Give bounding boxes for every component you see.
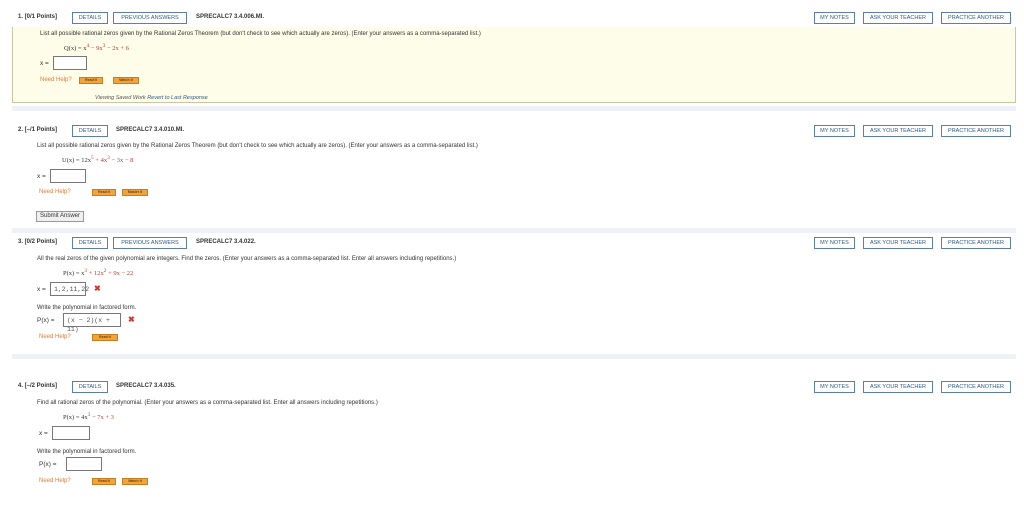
submit-answer-button[interactable]: Submit Answer [36, 211, 85, 222]
px-label: P(x) = [37, 317, 55, 324]
saved-work-notice: Viewing Saved Work Revert to Last Respon… [95, 95, 208, 101]
read-it-button[interactable]: Read It [92, 189, 116, 196]
ask-your-teacher-button[interactable]: ASK YOUR TEACHER [863, 237, 933, 249]
polynomial-expression: Q(x) = x4 − 9x3 − 2x + 6 [64, 43, 129, 53]
question-code: SPRECALC7 3.4.006.MI. [196, 14, 265, 20]
question-number: 2. [–/1 Points] [18, 127, 58, 133]
answer-input[interactable] [52, 426, 90, 440]
need-help-label: Need Help? [39, 189, 71, 195]
question-4-body: Find all rational zeros of the polynomia… [12, 396, 1016, 496]
read-it-button[interactable]: Read It [92, 334, 118, 341]
factored-form-prompt: Write the polynomial in factored form. [37, 449, 137, 455]
previous-answers-button[interactable]: PREVIOUS ANSWERS [113, 237, 187, 249]
details-button[interactable]: DETAILS [72, 237, 108, 249]
my-notes-button[interactable]: MY NOTES [814, 12, 855, 24]
practice-another-button[interactable]: PRACTICE ANOTHER [941, 12, 1011, 24]
factored-answer-input[interactable] [66, 457, 102, 471]
answer-input[interactable]: 1,2,11,22 [50, 282, 89, 296]
separator [12, 228, 1016, 233]
details-button[interactable]: DETAILS [72, 125, 108, 137]
polynomial-expression: P(x) = x3 + 12x2 + 9x − 22 [63, 268, 134, 278]
need-help-label: Need Help? [39, 478, 71, 484]
master-it-button[interactable]: Master It [122, 189, 148, 196]
need-help-label: Need Help? [39, 334, 71, 340]
question-3-header: 3. [0/2 Points] DETAILS PREVIOUS ANSWERS… [12, 236, 1014, 250]
watch-it-button[interactable]: Watch It [113, 77, 139, 84]
revert-link[interactable]: Revert to Last Response [147, 95, 208, 101]
practice-another-button[interactable]: PRACTICE ANOTHER [941, 125, 1011, 137]
practice-another-button[interactable]: PRACTICE ANOTHER [941, 237, 1011, 249]
separator [12, 106, 1016, 111]
practice-another-button[interactable]: PRACTICE ANOTHER [941, 381, 1011, 393]
x-label: x = [39, 430, 48, 437]
question-4-header: 4. [–/2 Points] DETAILS SPRECALC7 3.4.03… [12, 380, 1014, 394]
my-notes-button[interactable]: MY NOTES [814, 237, 855, 249]
question-1-body: List all possible rational zeros given b… [12, 27, 1016, 103]
x-label: x = [37, 286, 46, 293]
question-3-body: All the real zeros of the given polynomi… [12, 252, 1016, 352]
read-it-button[interactable]: Read It [79, 77, 103, 84]
details-button[interactable]: DETAILS [72, 381, 108, 393]
question-number: 3. [0/2 Points] [18, 239, 58, 245]
need-help-label: Need Help? [40, 77, 72, 83]
question-2-header: 2. [–/1 Points] DETAILS SPRECALC7 3.4.01… [12, 124, 1014, 138]
incorrect-icon: ✖ [94, 284, 101, 293]
question-prompt: All the real zeros of the given polynomi… [37, 256, 457, 262]
watch-it-button[interactable]: Watch It [122, 478, 148, 485]
question-prompt: List all possible rational zeros given b… [37, 143, 478, 149]
previous-answers-button[interactable]: PREVIOUS ANSWERS [113, 12, 187, 24]
factored-form-prompt: Write the polynomial in factored form. [37, 305, 137, 311]
question-code: SPRECALC7 3.4.010.MI. [116, 127, 185, 133]
ask-your-teacher-button[interactable]: ASK YOUR TEACHER [863, 125, 933, 137]
my-notes-button[interactable]: MY NOTES [814, 125, 855, 137]
factored-answer-input[interactable]: (x − 2)(x + 11) [63, 313, 121, 333]
details-button[interactable]: DETAILS [72, 12, 108, 24]
x-label: x = [40, 60, 49, 67]
question-code: SPRECALC7 3.4.035. [116, 383, 176, 389]
ask-your-teacher-button[interactable]: ASK YOUR TEACHER [863, 381, 933, 393]
question-number: 4. [–/2 Points] [18, 383, 58, 389]
question-2-body: List all possible rational zeros given b… [12, 139, 1016, 227]
question-1-header: 1. [0/1 Points] DETAILS PREVIOUS ANSWERS… [12, 11, 1014, 25]
question-number: 1. [0/1 Points] [18, 14, 58, 20]
my-notes-button[interactable]: MY NOTES [814, 381, 855, 393]
answer-input[interactable] [53, 56, 87, 70]
question-code: SPRECALC7 3.4.022. [196, 239, 256, 245]
ask-your-teacher-button[interactable]: ASK YOUR TEACHER [863, 12, 933, 24]
polynomial-expression: P(x) = 4x3 − 7x + 3 [63, 412, 114, 422]
question-prompt: Find all rational zeros of the polynomia… [37, 400, 378, 406]
x-label: x = [37, 173, 46, 180]
answer-input[interactable] [50, 169, 86, 183]
question-prompt: List all possible rational zeros given b… [40, 31, 481, 37]
incorrect-icon: ✖ [128, 315, 135, 324]
read-it-button[interactable]: Read It [92, 478, 116, 485]
px-label: P(x) = [39, 461, 57, 468]
separator [12, 354, 1016, 359]
polynomial-expression: U(x) = 12x5 + 4x3 − 3x − 8 [62, 155, 134, 165]
